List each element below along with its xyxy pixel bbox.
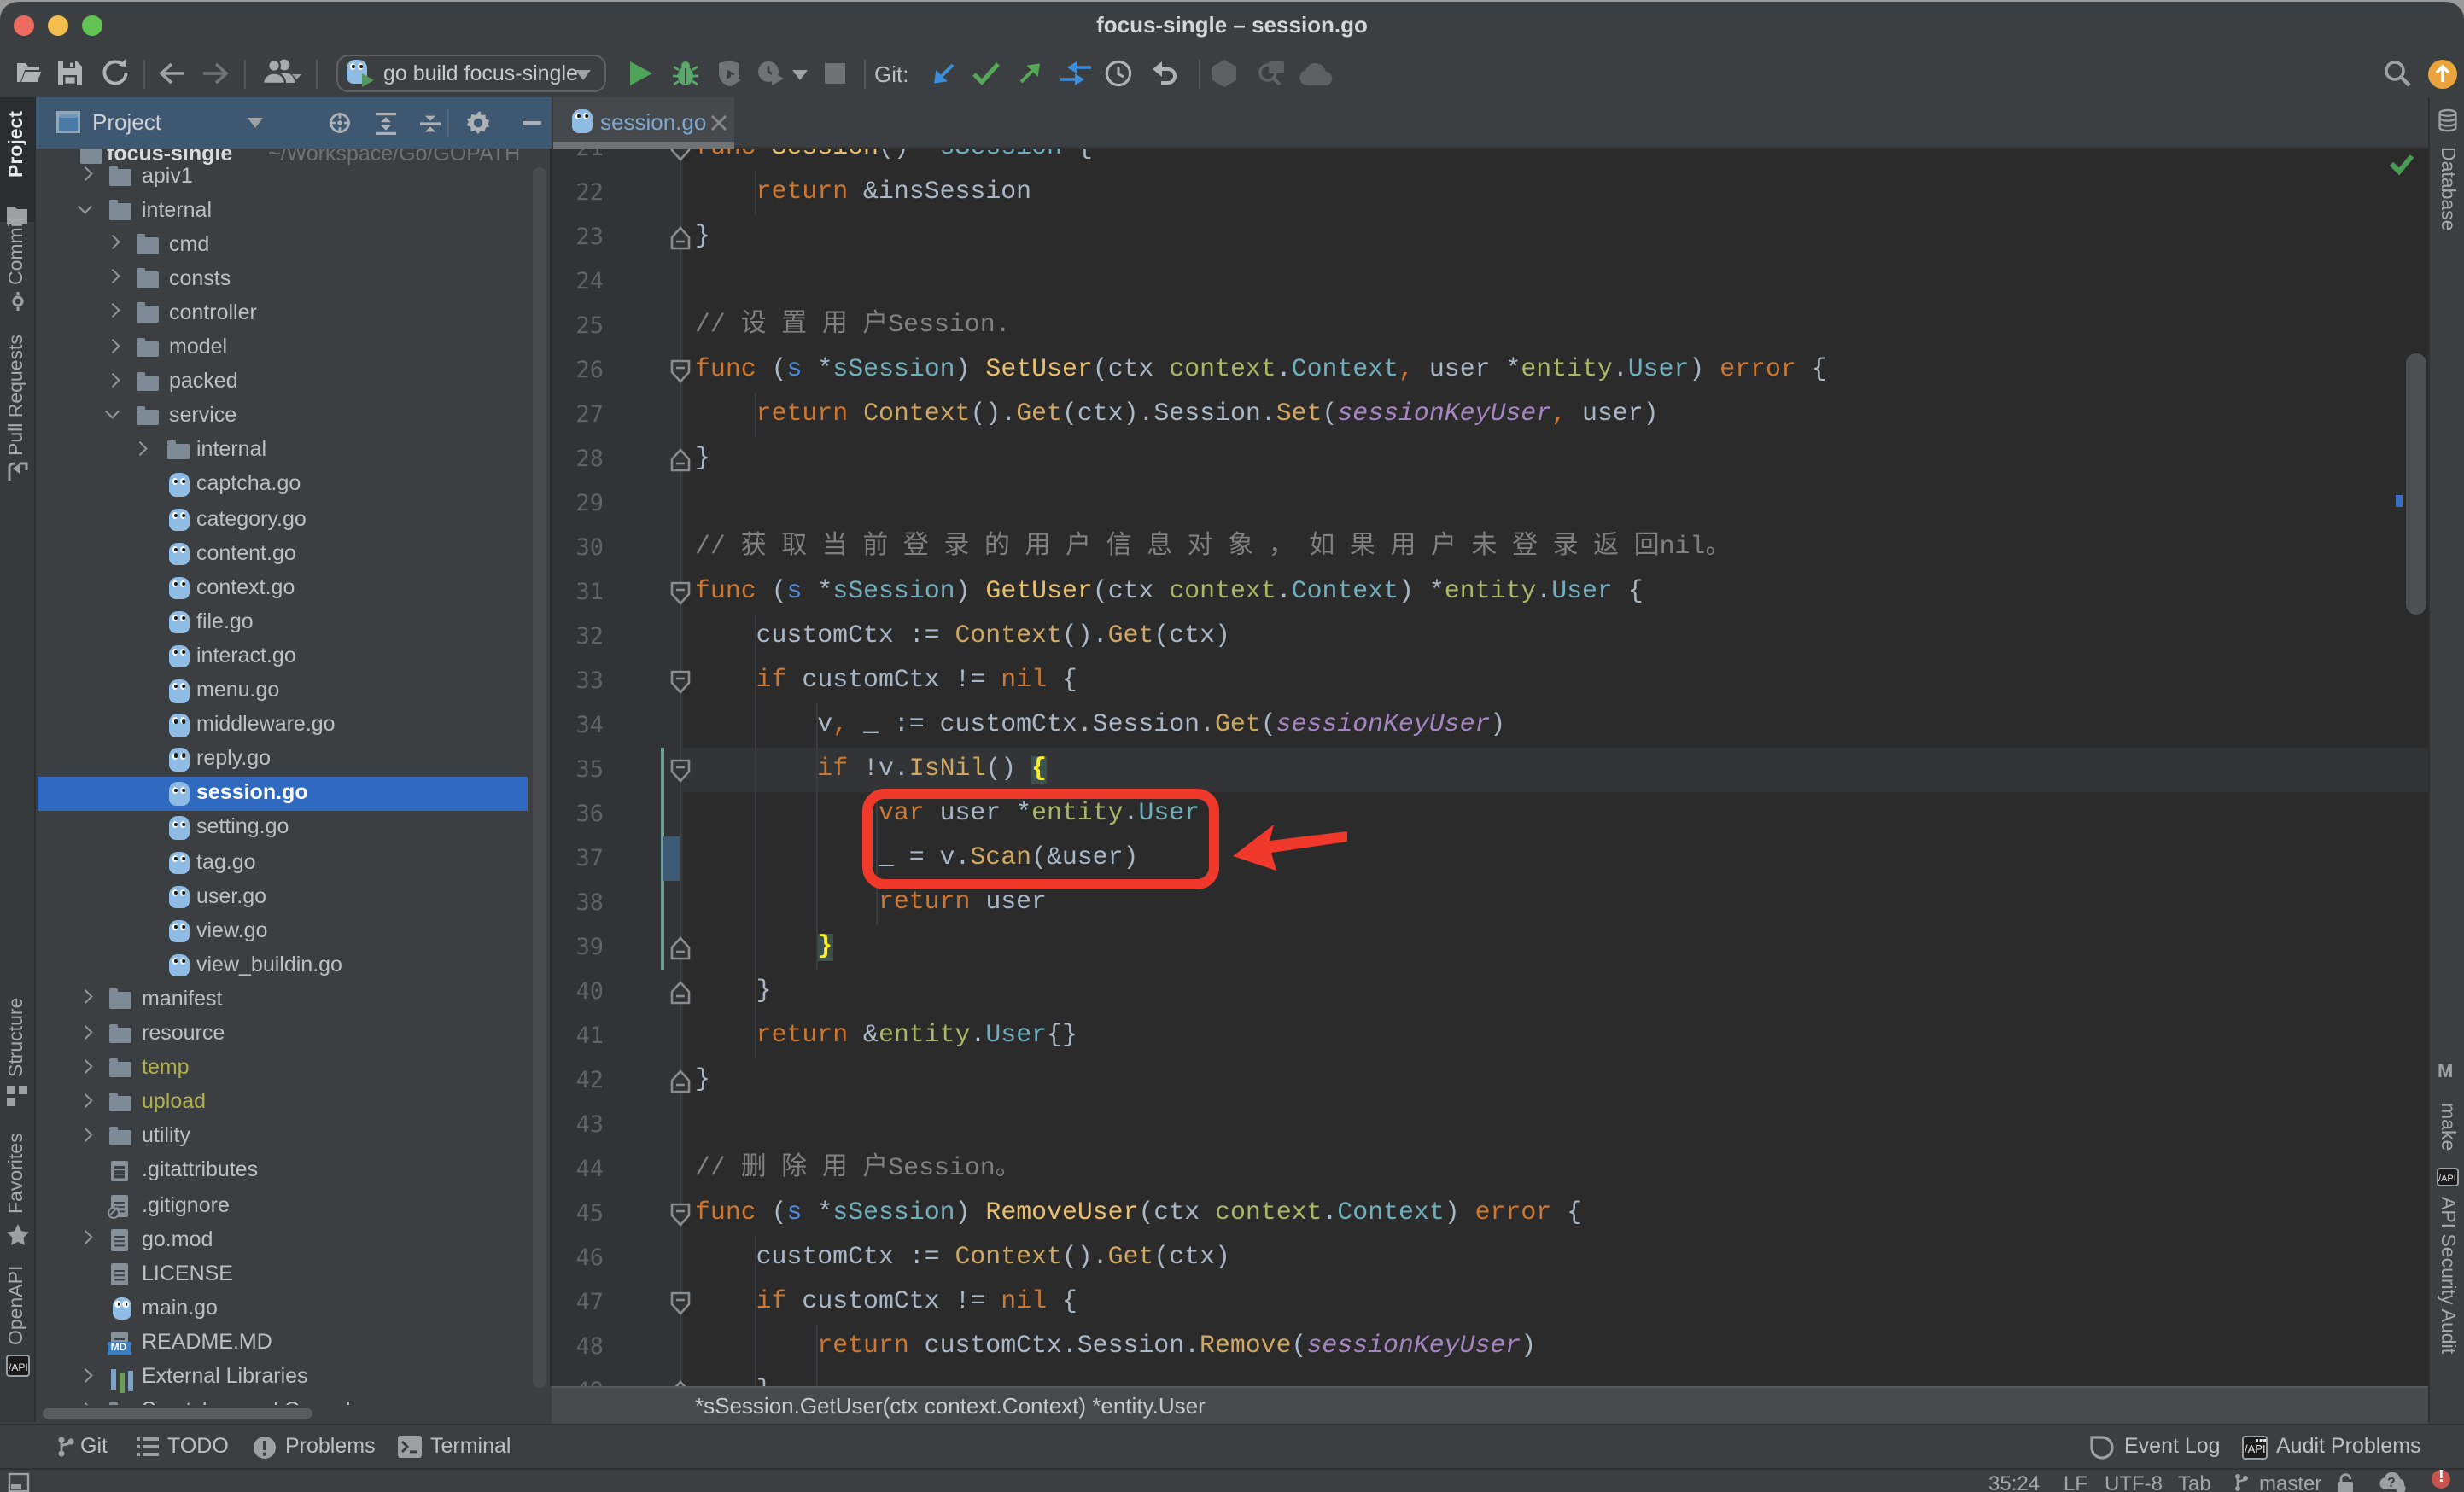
svg-text:?: ? [2387, 1475, 2396, 1489]
svg-text:/API: /API [2245, 1442, 2266, 1454]
svg-text:/API: /API [2438, 1174, 2455, 1184]
svg-text:/API: /API [8, 1361, 27, 1373]
